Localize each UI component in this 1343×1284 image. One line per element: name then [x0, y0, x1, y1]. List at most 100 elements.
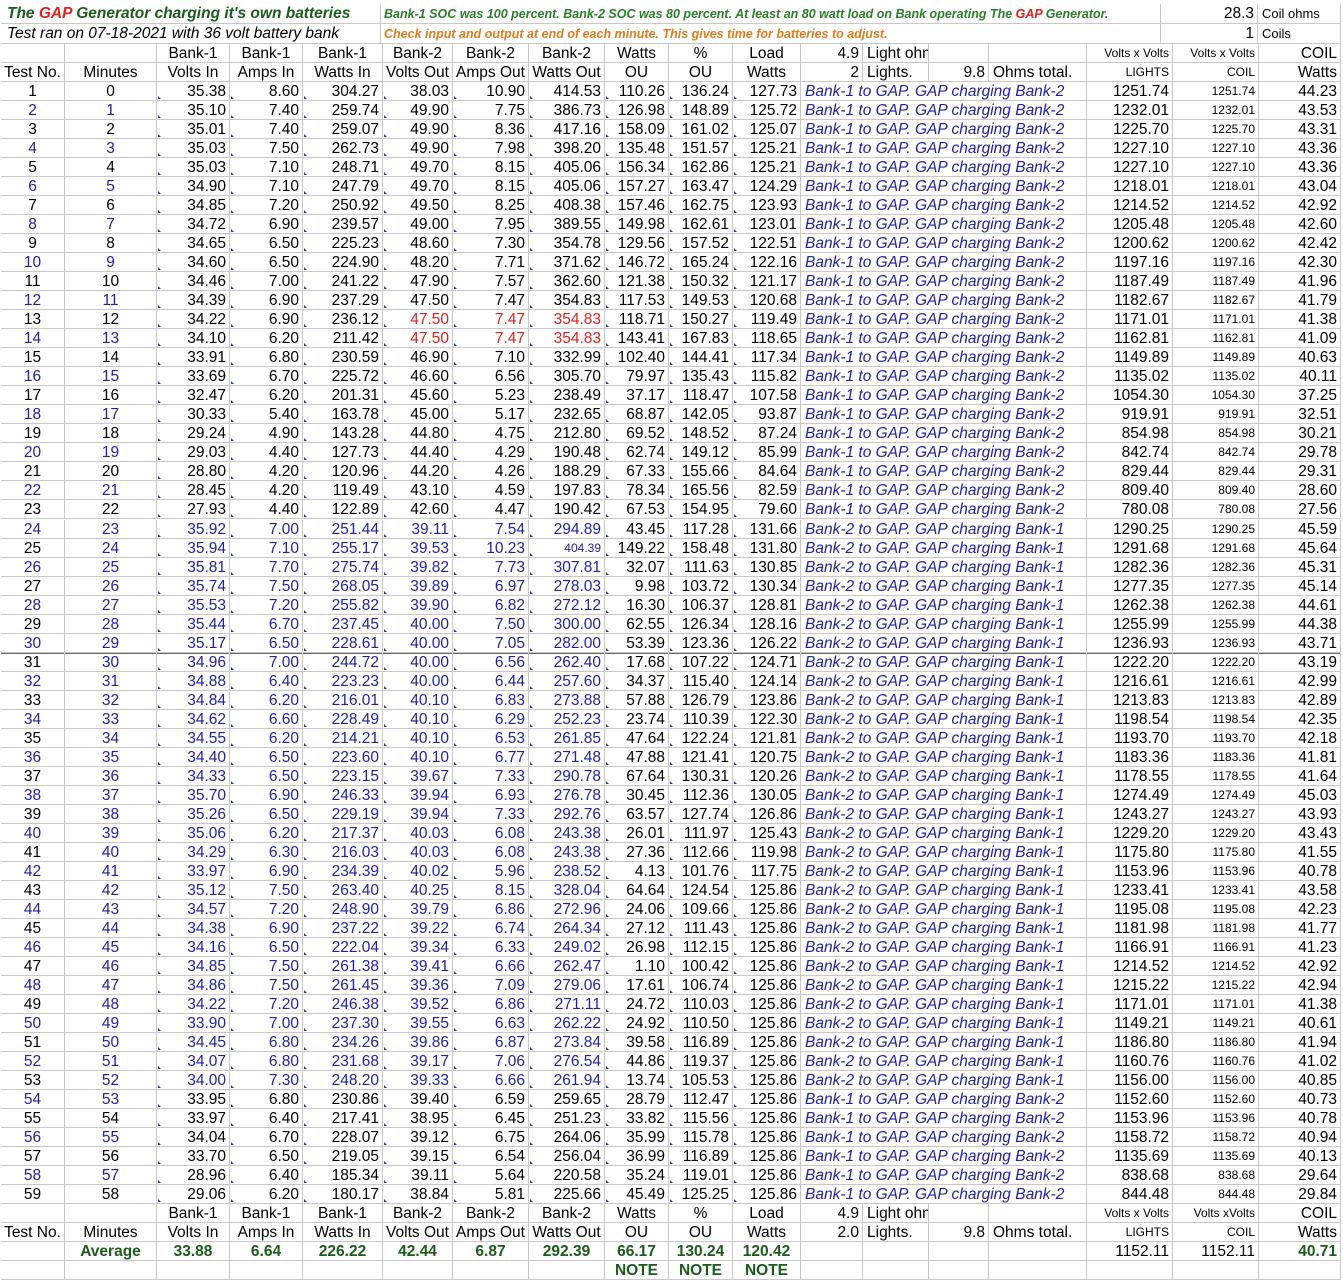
table-cell[interactable]: 16	[65, 386, 157, 406]
table-cell[interactable]: 149.53	[669, 291, 733, 311]
table-cell[interactable]: 1171.01	[1173, 995, 1259, 1014]
table-cell[interactable]: Bank-2 to GAP. GAP charging Bank-1	[801, 690, 1087, 710]
table-cell[interactable]: 6.44	[453, 671, 529, 691]
table-cell[interactable]: 1214.52	[1173, 196, 1259, 216]
table-cell[interactable]: 106.74	[669, 975, 733, 995]
table-cell[interactable]: 246.33	[303, 785, 383, 805]
table-cell[interactable]: 39.11	[383, 519, 453, 539]
sheet-subtitle[interactable]: Test ran on 07-18-2021 with 36 volt batt…	[1, 24, 381, 44]
table-cell[interactable]: 6.50	[230, 1147, 303, 1167]
table-cell[interactable]: 6.90	[230, 215, 303, 235]
table-cell[interactable]: 1152.60	[1173, 1090, 1259, 1110]
table-cell[interactable]: 6.86	[453, 995, 529, 1014]
table-cell[interactable]: 1152.60	[1087, 1090, 1173, 1110]
table-cell[interactable]: 1162.81	[1087, 329, 1173, 349]
header-cell[interactable]: Bank-1	[157, 44, 230, 63]
table-cell[interactable]: 217.37	[303, 823, 383, 843]
table-cell[interactable]: 248.71	[303, 158, 383, 178]
table-cell[interactable]: 122.30	[733, 709, 801, 729]
table-cell[interactable]: Bank-2 to GAP. GAP charging Bank-1	[801, 766, 1087, 786]
header-cell[interactable]: Bank-2	[383, 44, 453, 63]
table-cell[interactable]: 126.22	[733, 633, 801, 653]
table-cell[interactable]: 37.17	[605, 386, 669, 406]
table-cell[interactable]: 36.99	[605, 1147, 669, 1167]
coil-ohms-label[interactable]: Coil ohms	[1258, 4, 1341, 24]
header-cell[interactable]	[929, 1204, 989, 1224]
table-cell[interactable]: 144.41	[669, 348, 733, 368]
table-cell[interactable]: 45.59	[1259, 519, 1341, 539]
table-cell[interactable]: 40.10	[383, 709, 453, 729]
table-cell[interactable]: 268.05	[303, 576, 383, 596]
table-cell[interactable]: 6.50	[230, 747, 303, 767]
table-cell[interactable]: 42.92	[1259, 956, 1341, 976]
table-cell[interactable]: 28.80	[157, 462, 230, 482]
header-cell[interactable]: Bank-2	[529, 44, 605, 63]
table-cell[interactable]: 100.42	[669, 956, 733, 976]
table-cell[interactable]: Bank-1 to GAP. GAP charging Bank-2	[801, 82, 1087, 102]
table-cell[interactable]: 6.80	[230, 1090, 303, 1110]
table-cell[interactable]: 29.24	[157, 424, 230, 444]
table-cell[interactable]: 6.75	[453, 1128, 529, 1148]
table-cell[interactable]: 120.96	[303, 462, 383, 482]
table-cell[interactable]: 842.74	[1173, 443, 1259, 463]
table-cell[interactable]: 40.78	[1259, 861, 1341, 881]
table-cell[interactable]: 57	[1, 1147, 65, 1167]
table-cell[interactable]: 45.64	[1259, 538, 1341, 558]
table-cell[interactable]: 10.90	[453, 82, 529, 102]
table-cell[interactable]: 6.20	[230, 386, 303, 406]
table-cell[interactable]: 43.53	[1259, 101, 1341, 121]
table-cell[interactable]: 6.90	[230, 861, 303, 881]
table-cell[interactable]: 1218.01	[1087, 177, 1173, 197]
table-cell[interactable]: 40.94	[1259, 1128, 1341, 1148]
table-cell[interactable]: 282.00	[529, 633, 605, 653]
header-cell[interactable]: 2	[801, 63, 863, 83]
table-cell[interactable]: 8.15	[453, 177, 529, 197]
table-cell[interactable]: 135.48	[605, 139, 669, 159]
table-cell[interactable]: 40.61	[1259, 1014, 1341, 1034]
table-cell[interactable]: 1187.49	[1173, 272, 1259, 292]
table-cell[interactable]: Bank-2 to GAP. GAP charging Bank-1	[801, 633, 1087, 653]
header-cell[interactable]: Bank-2	[383, 1204, 453, 1224]
table-cell[interactable]: 41.38	[1259, 310, 1341, 330]
table-cell[interactable]: Bank-2 to GAP. GAP charging Bank-1	[801, 576, 1087, 596]
table-cell[interactable]: 7.47	[453, 310, 529, 330]
table-cell[interactable]: 405.06	[529, 158, 605, 178]
table-cell[interactable]: 5.96	[453, 861, 529, 881]
table-cell[interactable]: 1215.22	[1173, 975, 1259, 995]
table-cell[interactable]: 62.55	[605, 614, 669, 634]
table-cell[interactable]: 39.55	[383, 1014, 453, 1034]
table-cell[interactable]: 39.53	[383, 538, 453, 558]
table-cell[interactable]: 123.01	[733, 215, 801, 235]
table-cell[interactable]: 238.52	[529, 861, 605, 881]
table-cell[interactable]: 42.94	[1259, 975, 1341, 995]
header-cell[interactable]: Bank-1	[303, 1204, 383, 1224]
table-cell[interactable]: 115.78	[669, 1128, 733, 1148]
table-cell[interactable]: 41.02	[1259, 1052, 1341, 1072]
table-cell[interactable]: 290.78	[529, 766, 605, 786]
table-cell[interactable]: 122.24	[669, 728, 733, 748]
table-cell[interactable]: 43.43	[1259, 823, 1341, 843]
header-cell[interactable]: Volts Out	[383, 1223, 453, 1243]
table-cell[interactable]: 119.49	[303, 481, 383, 501]
table-cell[interactable]: 4.90	[230, 424, 303, 444]
table-cell[interactable]: 34.38	[157, 918, 230, 938]
table-cell[interactable]: 165.56	[669, 481, 733, 501]
table-cell[interactable]: 1158.72	[1087, 1128, 1173, 1148]
header-cell[interactable]: Bank-1	[230, 44, 303, 63]
table-cell[interactable]: 257.60	[529, 671, 605, 691]
table-cell[interactable]: Bank-1 to GAP. GAP charging Bank-2	[801, 272, 1087, 292]
header-cell[interactable]: Amps Out	[453, 1223, 529, 1243]
header-cell[interactable]	[929, 44, 989, 63]
table-cell[interactable]: 35.03	[157, 158, 230, 178]
table-cell[interactable]: 46.90	[383, 348, 453, 368]
table-cell[interactable]: 43.93	[1259, 804, 1341, 824]
table-cell[interactable]: 59	[1, 1185, 65, 1205]
table-cell[interactable]: 87.24	[733, 424, 801, 444]
table-cell[interactable]: 45.14	[1259, 576, 1341, 596]
table-cell[interactable]: 119.01	[669, 1166, 733, 1186]
table-cell[interactable]: 1153.96	[1173, 861, 1259, 881]
table-cell[interactable]: 22	[1, 481, 65, 501]
table-cell[interactable]: 7.00	[230, 1014, 303, 1034]
table-cell[interactable]: 1236.93	[1173, 633, 1259, 653]
table-cell[interactable]: 46	[1, 937, 65, 957]
